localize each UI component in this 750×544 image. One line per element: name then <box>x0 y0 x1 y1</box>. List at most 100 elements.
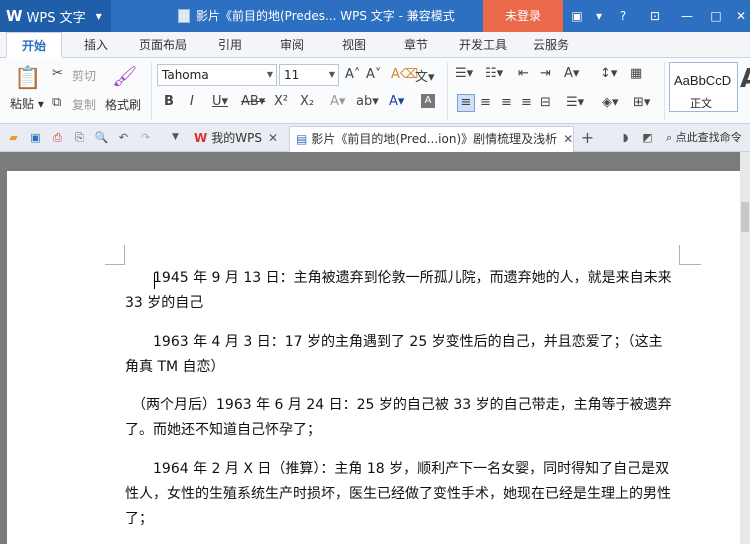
font-color-icon[interactable]: A▾ <box>389 94 404 109</box>
subscript-icon[interactable]: X₂ <box>300 94 314 109</box>
highlight-icon[interactable]: ab▾ <box>356 94 379 109</box>
document-page[interactable]: 1945 年 9 月 13 日：主角被遗弃到伦敦一所孤儿院，而遗弃她的人，就是来… <box>7 171 740 544</box>
wps-logo: W <box>194 131 208 145</box>
pdf-icon[interactable]: ⎙ <box>50 130 65 145</box>
document-area[interactable]: 1945 年 9 月 13 日：主角被遗弃到伦敦一所孤儿院，而遗弃她的人，就是来… <box>0 152 750 544</box>
minimize-icon[interactable]: — <box>678 7 696 25</box>
justify-icon[interactable]: ≡ <box>521 95 532 110</box>
tab-review[interactable]: 审阅 <box>270 32 314 58</box>
align-center-icon[interactable]: ≡ <box>480 95 491 110</box>
format-painter-button[interactable]: 格式刷 <box>105 96 141 113</box>
help-icon[interactable]: ? <box>614 7 632 25</box>
command-search[interactable]: ⌕ 点此查找命令 <box>666 128 750 148</box>
paragraph[interactable]: （两个月后）1963 年 6 月 24 日：25 岁的自己被 33 岁的自己带走… <box>125 393 675 443</box>
wps-logo: W <box>6 7 23 25</box>
grow-font-icon[interactable]: A˄ <box>345 67 360 82</box>
preview-icon[interactable]: 🔍 <box>94 130 109 145</box>
title-bar: W WPS 文字 ▼ 影片《前目的地(Predes... WPS 文字 - 兼容… <box>0 0 750 32</box>
maximize-icon[interactable]: □ <box>707 7 725 25</box>
text-effect-icon[interactable]: A▾ <box>330 94 345 109</box>
close-icon[interactable]: ✕ <box>268 131 278 145</box>
paragraph[interactable]: 1964 年 2 月 X 日（推算）：主角 18 岁，顺利产下一名女婴，同时得知… <box>125 457 675 532</box>
scissors-icon: ✂ <box>52 66 63 81</box>
sort-icon[interactable]: ↕▾ <box>600 66 617 81</box>
paragraph[interactable]: 1945 年 9 月 13 日：主角被遗弃到伦敦一所孤儿院，而遗弃她的人，就是来… <box>125 266 675 316</box>
brush-icon: 🖌 <box>112 64 138 88</box>
cut-button[interactable]: 剪切 <box>72 67 96 84</box>
paragraph[interactable]: 1963 年 4 月 3 日：17 岁的主角遇到了 25 岁变性后的自己，并且恋… <box>125 330 675 380</box>
close-icon[interactable]: ✕ <box>732 7 750 25</box>
doc-list-icon[interactable]: ◗ <box>618 130 633 145</box>
undo-icon[interactable]: ↶ <box>116 130 131 145</box>
tab-section[interactable]: 章节 <box>394 32 438 58</box>
skin-icon[interactable]: ▣ <box>568 7 586 25</box>
app-menu-button[interactable]: W WPS 文字 ▼ <box>0 0 111 32</box>
print-icon[interactable]: ⎘ <box>72 130 87 145</box>
bullets-icon[interactable]: ☰▾ <box>455 66 473 81</box>
style-name: 正文 <box>690 97 712 110</box>
tab-cloud[interactable]: 云服务 <box>526 32 576 58</box>
copy-button[interactable]: 复制 <box>72 96 96 113</box>
align-right-icon[interactable]: ≡ <box>501 95 512 110</box>
tab-developer[interactable]: 开发工具 <box>452 32 514 58</box>
search-icon: ⌕ <box>666 131 673 144</box>
tab-insert[interactable]: 插入 <box>74 32 118 58</box>
numbering-icon[interactable]: ☷▾ <box>485 66 503 81</box>
increase-indent-icon[interactable]: ⇥ <box>540 66 551 81</box>
chevron-down-icon: ▼ <box>328 70 335 79</box>
text-direction-icon[interactable]: A▾ <box>564 66 579 81</box>
ribbon-tabs: 开始 插入 页面布局 引用 审阅 视图 章节 开发工具 云服务 <box>0 32 750 58</box>
doctab-my-wps[interactable]: W 我的WPS ✕ <box>188 126 288 152</box>
decrease-indent-icon[interactable]: ⇤ <box>518 66 529 81</box>
distribute-icon[interactable]: ⊟ <box>540 95 551 110</box>
open-icon[interactable]: ▰ <box>6 130 21 145</box>
document-icon <box>178 9 190 23</box>
char-shading-icon[interactable]: A <box>421 94 435 108</box>
paste-button[interactable]: 粘贴 ▾ <box>10 95 44 112</box>
tab-page-layout[interactable]: 页面布局 <box>132 32 194 58</box>
ribbon: 📋 粘贴 ▾ ✂ 剪切 ⧉ 复制 🖌 格式刷 Tahoma ▼ 11 ▼ A˄ A˅… <box>0 58 750 124</box>
paste-icon[interactable]: 📋 <box>14 66 41 92</box>
document-icon: ▤ <box>296 132 308 146</box>
crop-mark <box>105 245 125 265</box>
shading-icon[interactable]: ◈▾ <box>602 95 619 110</box>
phonetic-icon[interactable]: 文▾ <box>415 66 435 85</box>
bold-icon[interactable]: B <box>164 94 174 109</box>
chevron-down-icon: ▼ <box>266 70 273 79</box>
style-sample: AaBbCcD <box>674 73 732 88</box>
style-heading-partial[interactable]: A <box>740 64 750 94</box>
login-button[interactable]: 未登录 <box>483 0 563 32</box>
scrollbar-thumb[interactable] <box>741 202 749 232</box>
restore-icon[interactable]: ⊡ <box>646 7 664 25</box>
superscript-icon[interactable]: X² <box>274 94 288 109</box>
border-icon[interactable]: ⊞▾ <box>633 95 650 110</box>
chevron-down-icon: ▼ <box>95 11 102 21</box>
strikethrough-icon[interactable]: AB▾ <box>241 94 265 109</box>
underline-icon[interactable]: U▾ <box>212 94 228 109</box>
pin-icon[interactable]: ◩ <box>640 130 655 145</box>
shrink-font-icon[interactable]: A˅ <box>366 67 381 82</box>
tab-view[interactable]: 视图 <box>332 32 376 58</box>
font-name-select[interactable]: Tahoma ▼ <box>157 64 277 86</box>
app-name: WPS 文字 <box>26 10 86 26</box>
window-title: 影片《前目的地(Predes... WPS 文字 - 兼容模式 <box>178 0 455 32</box>
tab-references[interactable]: 引用 <box>208 32 252 58</box>
italic-icon[interactable]: I <box>190 94 194 109</box>
font-size-select[interactable]: 11 ▼ <box>279 64 339 86</box>
quick-access-bar: ▰ ▣ ⎙ ⎘ 🔍 ↶ ↷ ▼ W 我的WPS ✕ ▤ 影片《前目的地(Pred...… <box>0 124 750 152</box>
shirt-icon[interactable]: ▾ <box>590 7 608 25</box>
add-tab-button[interactable]: + <box>580 130 595 146</box>
doctab-current[interactable]: ▤ 影片《前目的地(Pred...ion)》剧情梳理及浅析 ✕ <box>289 126 574 152</box>
align-left-icon[interactable]: ≡ <box>457 94 475 112</box>
table-icon[interactable]: ▦ <box>630 66 642 81</box>
copy-icon: ⧉ <box>52 95 62 110</box>
style-normal[interactable]: AaBbCcD 正文 <box>669 62 738 112</box>
save-icon[interactable]: ▣ <box>28 130 43 145</box>
redo-icon[interactable]: ↷ <box>138 130 153 145</box>
tab-home[interactable]: 开始 <box>6 32 62 58</box>
crop-mark <box>679 245 701 265</box>
vertical-scrollbar[interactable] <box>740 152 750 544</box>
line-spacing-icon[interactable]: ☰▾ <box>566 95 584 110</box>
close-icon[interactable]: ✕ <box>563 132 573 146</box>
chevron-down-icon[interactable]: ▼ <box>168 130 183 145</box>
